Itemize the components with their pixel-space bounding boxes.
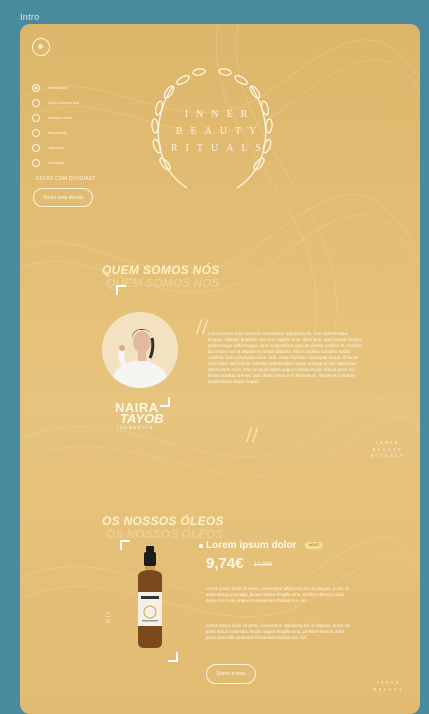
corner-mark	[160, 397, 170, 407]
bullet-icon	[199, 544, 203, 548]
nav-item-beneficios[interactable]: Benefícios	[32, 125, 79, 140]
section-title-shadow: OS NOSSOS ÓLEOS	[106, 527, 224, 541]
founder-photo	[102, 312, 178, 388]
nav-item-contacto[interactable]: Contacto	[32, 155, 79, 170]
radio-dot-icon	[32, 83, 40, 92]
side-brand-mark: INNER BEAUTY RITUALS	[358, 440, 418, 460]
nav-item-introducao[interactable]: Introdução	[32, 80, 79, 95]
radio-dot-icon	[32, 98, 40, 107]
oil-bottle-image	[138, 546, 162, 648]
vertical-label: OIL	[106, 609, 112, 624]
nav-item-oleos[interactable]: Nossos óleos	[32, 110, 79, 125]
nav-item-label: Contacto	[48, 160, 65, 165]
ask-question-button[interactable]: Tenho uma dúvida	[33, 188, 93, 207]
logo-icon[interactable]	[32, 38, 50, 56]
nav-item-label: Quem somos nós	[48, 100, 80, 105]
radio-dot-icon	[32, 128, 40, 137]
section-nav: Introdução Quem somos nós Nossos óleos B…	[32, 80, 79, 170]
product-description-2: Lorem ipsum dolor sit amet, consectetur …	[206, 623, 350, 640]
product-badge: NOVO	[305, 542, 323, 549]
brand-word-rituals: RITUALS	[170, 143, 270, 154]
radio-dot-icon	[32, 113, 40, 122]
nav-item-label: Nossos óleos	[48, 115, 73, 120]
product-title: Lorem ipsum dolor	[206, 540, 297, 551]
about-title: QUEM SOMOS NÓS	[102, 263, 220, 277]
product-old-price: 12,99€	[254, 562, 273, 568]
radio-dot-icon	[32, 143, 40, 152]
oils-title: OS NOSSOS ÓLEOS	[102, 514, 224, 528]
nav-item-opinioes[interactable]: Opiniões	[32, 140, 79, 155]
about-text: Lorem ipsum dolor sit amet, consectetur …	[208, 331, 362, 384]
side-brand-mark-bottom: INNER BEAUTY	[360, 680, 418, 693]
founder-last-name: TAYOB	[120, 411, 164, 426]
founder-role: fundadora	[117, 425, 154, 431]
nav-item-label: Opiniões	[48, 145, 64, 150]
brand-word-beauty: BEAUTY	[175, 126, 265, 137]
brand-word-inner: INNER	[184, 109, 256, 120]
open-quote-icon: //	[196, 314, 209, 339]
nav-item-label: Benefícios	[48, 130, 67, 135]
corner-mark	[116, 285, 126, 295]
radio-dot-icon	[32, 158, 40, 167]
frame-label: Intro	[20, 12, 40, 22]
product-description: Lorem ipsum dolor sit amet, consectetur …	[206, 586, 350, 603]
nav-item-quem-somos[interactable]: Quem somos nós	[32, 95, 79, 110]
landing-page-card: Introdução Quem somos nós Nossos óleos B…	[20, 24, 420, 714]
help-question: ESTÁS COM DÚVIDAS?	[36, 176, 96, 182]
product-price: 9,74€	[206, 555, 244, 572]
side-brand-word: RITUALS	[371, 453, 405, 458]
side-brand-word: BEAUTY	[373, 686, 405, 692]
buy-product-button[interactable]: Quero o meu	[206, 664, 256, 684]
nav-item-label: Introdução	[48, 85, 67, 90]
close-quote-icon: //	[246, 422, 259, 447]
